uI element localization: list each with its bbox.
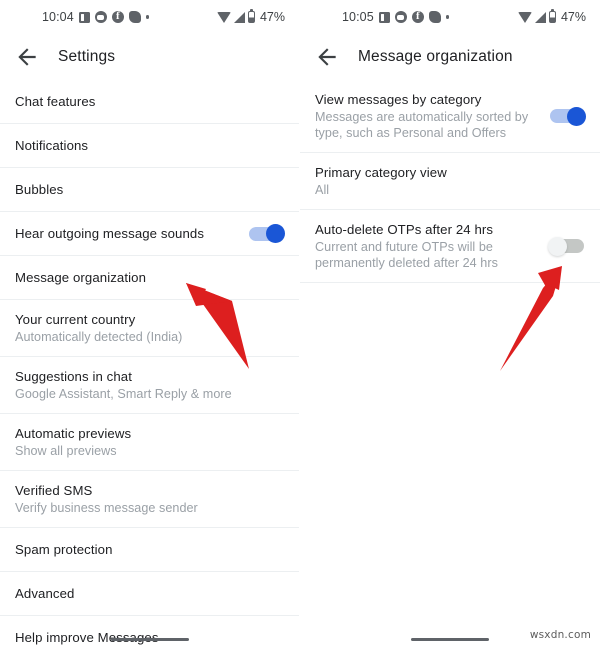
list-item-title: Advanced [15, 586, 75, 601]
list-item-subtitle: Current and future OTPs will be permanen… [315, 240, 498, 270]
list-item-title: Auto-delete OTPs after 24 hrs [315, 222, 494, 237]
settings-list: Chat features Notifications Bubbles Hear… [0, 80, 299, 648]
left-phone-screen: 10:04 47% Settings [0, 0, 300, 648]
list-item-subtitle: Show all previews [15, 444, 117, 458]
page-title: Message organization [358, 48, 513, 65]
app-icon [428, 11, 441, 23]
chat-circle-icon [94, 11, 107, 23]
contact-card-icon [378, 11, 390, 23]
list-item-subtitle: All [315, 183, 330, 197]
right-app-bar: Message organization [300, 34, 600, 80]
list-item-title: Hear outgoing message sounds [15, 226, 205, 241]
back-arrow-icon[interactable] [314, 44, 340, 70]
status-bar-left-group: 10:05 [342, 10, 450, 24]
sidebar-item-hear-outgoing-message-sounds[interactable]: Hear outgoing message sounds [0, 212, 299, 256]
view-messages-by-category-toggle[interactable] [550, 106, 586, 126]
status-bar-right-group: 47% [216, 9, 285, 24]
app-icon [128, 11, 141, 23]
sidebar-item-your-current-country[interactable]: Your current country Automatically detec… [0, 300, 299, 357]
list-item-subtitle: Verify business message sender [15, 501, 198, 515]
wifi-icon [517, 11, 532, 23]
setting-view-messages-by-category[interactable]: View messages by category Messages are a… [300, 80, 600, 153]
battery-icon [247, 9, 255, 23]
list-item-title: Suggestions in chat [15, 369, 133, 384]
toggle-thumb [567, 106, 586, 126]
list-item-title: Primary category view [315, 165, 447, 180]
message-organization-list: View messages by category Messages are a… [300, 80, 600, 283]
sidebar-item-help-improve-messages[interactable]: Help improve Messages [0, 616, 299, 648]
watermark: wsxdn.com [529, 629, 591, 641]
toggle-thumb [266, 224, 285, 243]
right-status-bar: 10:05 47% [300, 0, 600, 34]
right-phone-screen: 10:05 47% Message organization [300, 0, 600, 648]
sidebar-item-suggestions-in-chat[interactable]: Suggestions in chat Google Assistant, Sm… [0, 357, 299, 414]
sidebar-item-notifications[interactable]: Notifications [0, 124, 299, 168]
sidebar-item-automatic-previews[interactable]: Automatic previews Show all previews [0, 414, 299, 471]
sidebar-item-verified-sms[interactable]: Verified SMS Verify business message sen… [0, 471, 299, 528]
hear-outgoing-message-sounds-toggle[interactable] [249, 224, 285, 243]
list-item-title: Automatic previews [15, 426, 132, 441]
list-item-title: Message organization [15, 270, 147, 285]
list-item-subtitle: Automatically detected (India) [15, 330, 183, 344]
page-title: Settings [58, 48, 116, 65]
android-nav-pill[interactable] [411, 637, 489, 641]
status-bar-right-group: 47% [517, 9, 586, 24]
chat-circle-icon [394, 11, 407, 23]
list-item-title: Verified SMS [15, 483, 93, 498]
setting-primary-category-view[interactable]: Primary category view All [300, 153, 600, 210]
battery-percent-label: 47% [259, 10, 285, 24]
list-item-title: Your current country [15, 312, 136, 327]
status-bar-clock: 10:04 [42, 10, 74, 24]
left-app-bar: Settings [0, 34, 299, 80]
android-nav-pill[interactable] [110, 637, 189, 641]
list-item-title: View messages by category [315, 92, 482, 107]
sidebar-item-spam-protection[interactable]: Spam protection [0, 528, 299, 572]
list-item-subtitle: Google Assistant, Smart Reply & more [15, 387, 232, 401]
back-arrow-icon[interactable] [14, 44, 40, 70]
more-dot-icon [445, 15, 450, 19]
facebook-icon [111, 10, 124, 23]
battery-percent-label: 47% [560, 10, 586, 24]
setting-auto-delete-otps[interactable]: Auto-delete OTPs after 24 hrs Current an… [300, 210, 600, 283]
sidebar-item-chat-features[interactable]: Chat features [0, 80, 299, 124]
auto-delete-otps-toggle[interactable] [548, 236, 584, 256]
sidebar-item-message-organization[interactable]: Message organization [0, 256, 299, 300]
list-item-title: Spam protection [15, 542, 113, 557]
dual-screenshot-composite: 10:04 47% Settings [0, 0, 600, 648]
list-item-subtitle: Messages are automatically sorted by typ… [315, 110, 529, 140]
list-item-title: Notifications [15, 138, 89, 153]
status-bar-clock: 10:05 [342, 10, 374, 24]
list-item-title: Chat features [15, 94, 96, 109]
more-dot-icon [145, 15, 150, 19]
toggle-thumb [548, 236, 567, 256]
contact-card-icon [78, 11, 90, 23]
signal-icon [233, 11, 245, 23]
facebook-icon [411, 10, 424, 23]
left-status-bar: 10:04 47% [0, 0, 299, 34]
battery-icon [548, 9, 556, 23]
sidebar-item-advanced[interactable]: Advanced [0, 572, 299, 616]
wifi-icon [216, 11, 231, 23]
sidebar-item-bubbles[interactable]: Bubbles [0, 168, 299, 212]
signal-icon [534, 11, 546, 23]
status-bar-left-group: 10:04 [42, 10, 150, 24]
list-item-title: Bubbles [15, 182, 64, 197]
